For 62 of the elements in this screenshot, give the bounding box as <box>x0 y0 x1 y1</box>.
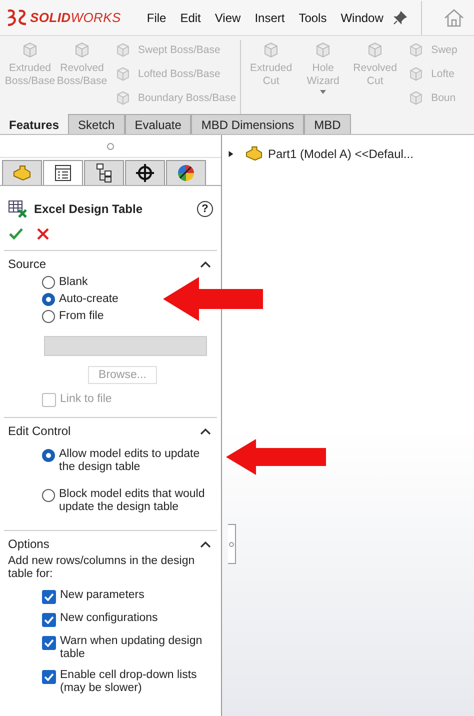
checkbox[interactable] <box>42 613 56 627</box>
command-tab[interactable]: MBD Dimensions <box>191 114 304 134</box>
checkbox[interactable] <box>42 670 56 684</box>
expand-arrow-icon[interactable] <box>228 150 234 158</box>
radio-button[interactable] <box>42 449 55 462</box>
menu-item[interactable]: View <box>214 10 241 24</box>
tree-icon <box>95 163 113 183</box>
menu-item[interactable]: Tools <box>298 10 327 24</box>
radio-label: Allow model edits to update the design table <box>59 448 201 474</box>
checkbox-label: Enable cell drop-down lists (may be slower) <box>60 669 198 695</box>
checkbox-label: Warn when updating design table <box>60 635 204 661</box>
checkbox-label: New configurations <box>60 612 158 625</box>
command-tab[interactable]: Sketch <box>68 114 125 134</box>
panel-collapse-tab[interactable] <box>228 524 236 564</box>
chevron-icon[interactable] <box>200 540 211 548</box>
home-icon[interactable] <box>443 8 466 28</box>
menu-item[interactable]: Insert <box>254 10 285 24</box>
checkbox-label: Link to file <box>60 392 112 407</box>
color-wheel-icon <box>176 163 196 183</box>
ok-icon[interactable] <box>9 228 23 240</box>
chevron-icon[interactable] <box>200 428 211 434</box>
panel-tab[interactable] <box>43 160 83 185</box>
command-tab[interactable]: Evaluate <box>124 114 192 134</box>
help-button[interactable]: ? <box>197 201 213 217</box>
panel-tab[interactable] <box>166 160 206 185</box>
checkbox-label: New parameters <box>60 589 144 602</box>
list-icon <box>54 164 72 182</box>
section-title: Source <box>8 257 46 271</box>
options-description: Add new rows/columns in the design table for: <box>7 555 196 582</box>
cube-icon <box>114 89 132 107</box>
menu-item[interactable]: Edit <box>180 10 201 24</box>
pin-icon[interactable] <box>393 10 408 24</box>
app-logo: SOLIDWORKS <box>30 10 121 25</box>
radio-button[interactable] <box>42 310 55 323</box>
radio-button[interactable] <box>42 489 55 502</box>
cancel-icon[interactable] <box>37 228 49 240</box>
cube-icon <box>114 65 132 83</box>
cube-icon <box>114 41 132 59</box>
radio-label: From file <box>59 309 104 324</box>
panel-tab[interactable] <box>84 160 124 185</box>
table-icon <box>8 200 28 218</box>
chevron-icon[interactable] <box>200 260 211 268</box>
radio-label: Blank <box>59 275 88 290</box>
radio-label: Block model edits that would update the design table <box>59 488 206 514</box>
menu-item[interactable]: Window <box>340 10 384 24</box>
checkbox[interactable] <box>42 636 56 650</box>
blocks-icon <box>12 164 32 182</box>
section-title: Options <box>8 537 50 551</box>
checkbox[interactable] <box>42 590 56 604</box>
section-title: Edit Control <box>8 424 71 438</box>
menu-item[interactable]: File <box>146 10 166 24</box>
radio-button[interactable] <box>42 293 55 306</box>
handle-dot-icon[interactable] <box>107 142 114 150</box>
logo-icon <box>6 8 28 28</box>
command-tab[interactable]: MBD <box>304 114 351 134</box>
tree-item[interactable]: Part1 (Model A) <<Defaul... <box>268 146 414 160</box>
blocks-icon <box>244 145 264 162</box>
panel-tab[interactable] <box>125 160 165 185</box>
radio-label: Auto-create <box>59 292 118 307</box>
panel-title: Excel Design Table <box>34 202 144 216</box>
radio-button[interactable] <box>42 276 55 289</box>
crosshair-icon <box>135 163 155 183</box>
